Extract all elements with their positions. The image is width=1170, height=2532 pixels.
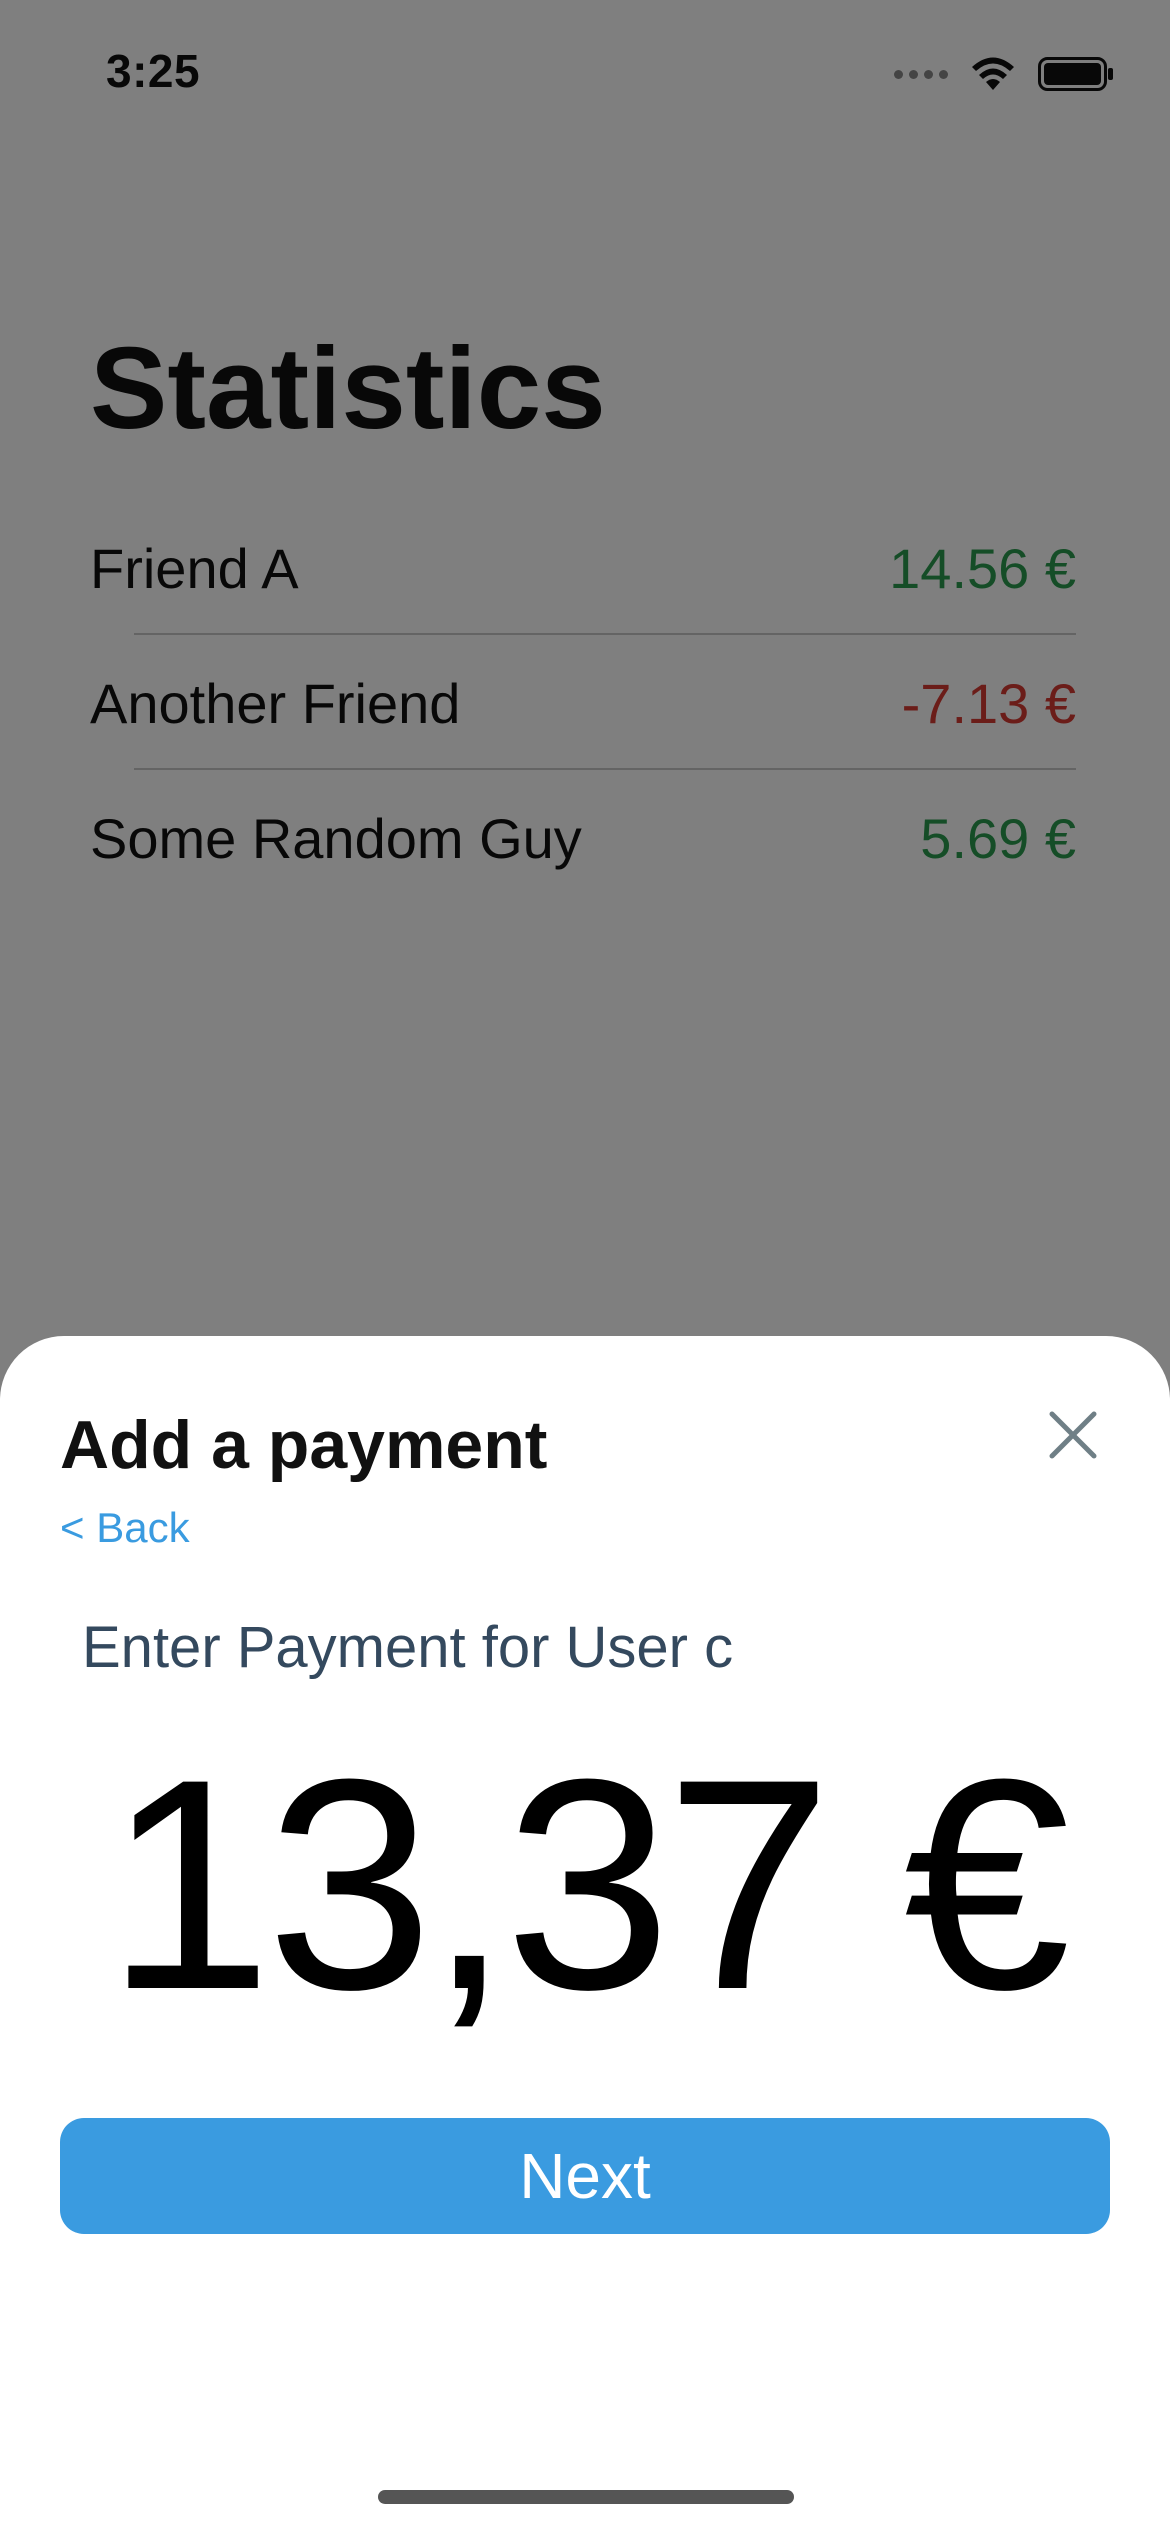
- payment-prompt: Enter Payment for User c: [82, 1615, 734, 1680]
- app-screen: 3:25 Statistics Friend A 14.56 €: [0, 0, 1170, 2532]
- next-button[interactable]: Next: [60, 2118, 1110, 2234]
- sheet-title: Add a payment: [60, 1407, 548, 1483]
- close-icon[interactable]: [1044, 1406, 1102, 1464]
- add-payment-sheet: Add a payment < Back Enter Payment for U…: [0, 1336, 1170, 2532]
- payment-amount-field[interactable]: 13,37 €: [0, 1734, 1170, 2034]
- back-button[interactable]: < Back: [60, 1504, 190, 1552]
- home-indicator[interactable]: [378, 2490, 794, 2504]
